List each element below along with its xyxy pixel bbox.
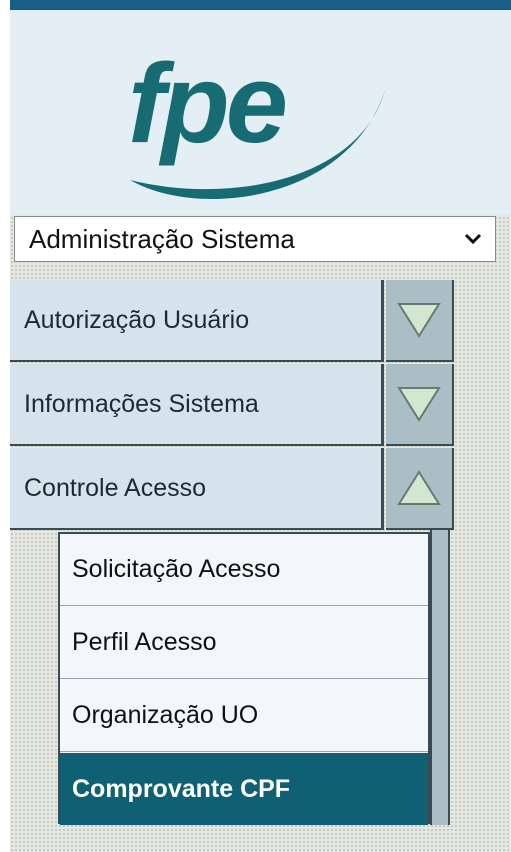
collapse-button[interactable] <box>386 448 454 530</box>
logo-text: fpe <box>128 41 286 166</box>
top-bar <box>10 0 511 10</box>
menu-item-label: Informações Sistema <box>10 364 384 446</box>
submenu-item-solicitacao-acesso[interactable]: Solicitação Acesso <box>60 534 428 606</box>
submenu-item-comprovante-cpf[interactable]: Comprovante CPF <box>60 753 428 825</box>
triangle-up-icon <box>397 470 441 505</box>
menu-item-autorizacao-usuario[interactable]: Autorização Usuário <box>10 280 454 362</box>
menu-item-informacoes-sistema[interactable]: Informações Sistema <box>10 364 454 446</box>
menu-item-controle-acesso[interactable]: Controle Acesso <box>10 448 454 530</box>
system-select[interactable]: Administração Sistema <box>14 216 496 262</box>
triangle-down-icon <box>397 387 441 422</box>
triangle-down-icon <box>397 303 441 338</box>
submenu-item-organizacao-uo[interactable]: Organização UO <box>60 680 428 752</box>
submenu-rail <box>430 530 450 825</box>
menu-item-label: Controle Acesso <box>10 448 384 530</box>
expand-button[interactable] <box>386 364 454 446</box>
submenu-controle-acesso: Solicitação Acesso Perfil Acesso Organiz… <box>58 532 430 825</box>
header: fpe <box>10 10 511 215</box>
expand-button[interactable] <box>386 280 454 362</box>
submenu-item-perfil-acesso[interactable]: Perfil Acesso <box>60 607 428 679</box>
system-select-value: Administração Sistema <box>29 223 295 254</box>
menu-item-label: Autorização Usuário <box>10 280 384 362</box>
chevron-down-icon <box>464 233 482 245</box>
fpe-logo: fpe <box>128 41 385 200</box>
